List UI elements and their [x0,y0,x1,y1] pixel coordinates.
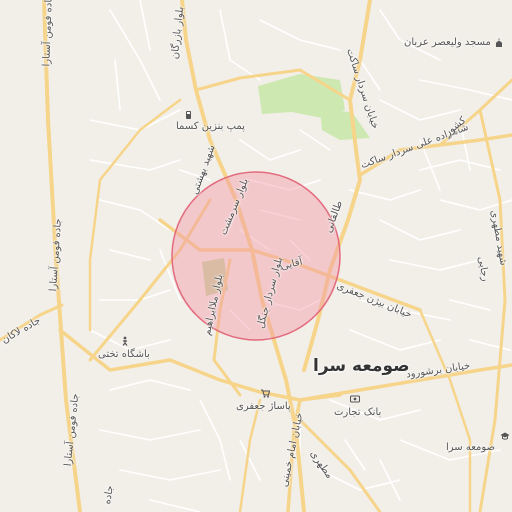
search-radius-circle [171,171,341,341]
poi-mosque-label: مسجد ولیعصر عربان [404,37,491,48]
poi-gas-label: پمپ بنزین کسما [176,121,245,132]
map-view[interactable]: صومعه سرا جاده فومن آستارا جاده فومن آست… [0,0,512,512]
poi-club-label: باشگاه تختی [98,349,150,360]
shopping-icon [261,389,270,398]
mosque-icon [495,38,502,47]
poi-mosque[interactable]: مسجد ولیعصر عربان [404,38,504,48]
poi-shop[interactable]: پاساژ جعفری [236,389,291,412]
gas-station-icon [186,111,191,119]
poi-bank-label: بانک تجارت [334,407,382,418]
poi-school[interactable]: صومعه سرا [446,432,510,453]
poi-bank[interactable]: بانک تجارت [334,395,382,418]
poi-club[interactable]: باشگاه تختی [98,336,150,360]
poi-shop-label: پاساژ جعفری [236,401,291,412]
bank-icon [350,395,360,403]
poi-school-label: صومعه سرا [446,442,496,453]
sports-club-icon [122,336,128,346]
school-icon [500,432,510,440]
town-label[interactable]: صومعه سرا [313,358,410,375]
poi-gas[interactable]: پمپ بنزین کسما [176,111,245,132]
